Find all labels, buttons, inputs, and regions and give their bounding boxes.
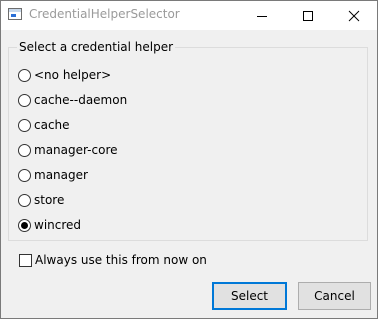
radio-wincred[interactable]: wincred — [18, 216, 81, 234]
cancel-button[interactable]: Cancel — [298, 282, 371, 310]
minimize-button[interactable] — [239, 1, 285, 30]
maximize-button[interactable] — [285, 1, 331, 30]
radio-label: manager — [34, 168, 88, 182]
radio-label: manager-core — [34, 143, 118, 157]
title-bar[interactable]: CredentialHelperSelector — [1, 1, 377, 30]
radio-label: store — [34, 193, 65, 207]
minimize-icon — [257, 16, 267, 17]
window-title: CredentialHelperSelector — [29, 7, 180, 21]
close-icon — [348, 10, 360, 22]
dialog-window: CredentialHelperSelector Select a creden… — [0, 0, 378, 319]
radio-button[interactable] — [18, 68, 31, 82]
radio-cache-daemon[interactable]: cache--daemon — [18, 91, 127, 109]
radio-cache[interactable]: cache — [18, 116, 70, 134]
credential-helper-group: Select a credential helper <no helper> c… — [8, 40, 368, 241]
radio-no-helper[interactable]: <no helper> — [18, 66, 111, 84]
radio-label: wincred — [34, 218, 82, 232]
radio-button[interactable] — [18, 168, 31, 182]
radio-label: cache--daemon — [34, 93, 128, 107]
always-use-checkbox-row[interactable]: Always use this from now on — [19, 251, 207, 269]
always-use-label: Always use this from now on — [35, 253, 207, 267]
radio-button[interactable] — [18, 143, 31, 157]
radio-label: cache — [34, 118, 70, 132]
app-icon — [8, 8, 22, 20]
radio-manager[interactable]: manager — [18, 166, 88, 184]
select-button[interactable]: Select — [212, 282, 287, 310]
radio-button-selected[interactable] — [18, 218, 31, 232]
radio-manager-core[interactable]: manager-core — [18, 141, 118, 159]
maximize-icon — [303, 11, 313, 21]
close-button[interactable] — [331, 1, 377, 30]
group-label: Select a credential helper — [17, 40, 176, 54]
radio-store[interactable]: store — [18, 191, 64, 209]
radio-button[interactable] — [18, 193, 31, 207]
radio-label: <no helper> — [34, 68, 112, 82]
radio-button[interactable] — [18, 118, 31, 132]
always-use-checkbox[interactable] — [19, 253, 32, 267]
radio-button[interactable] — [18, 93, 31, 107]
